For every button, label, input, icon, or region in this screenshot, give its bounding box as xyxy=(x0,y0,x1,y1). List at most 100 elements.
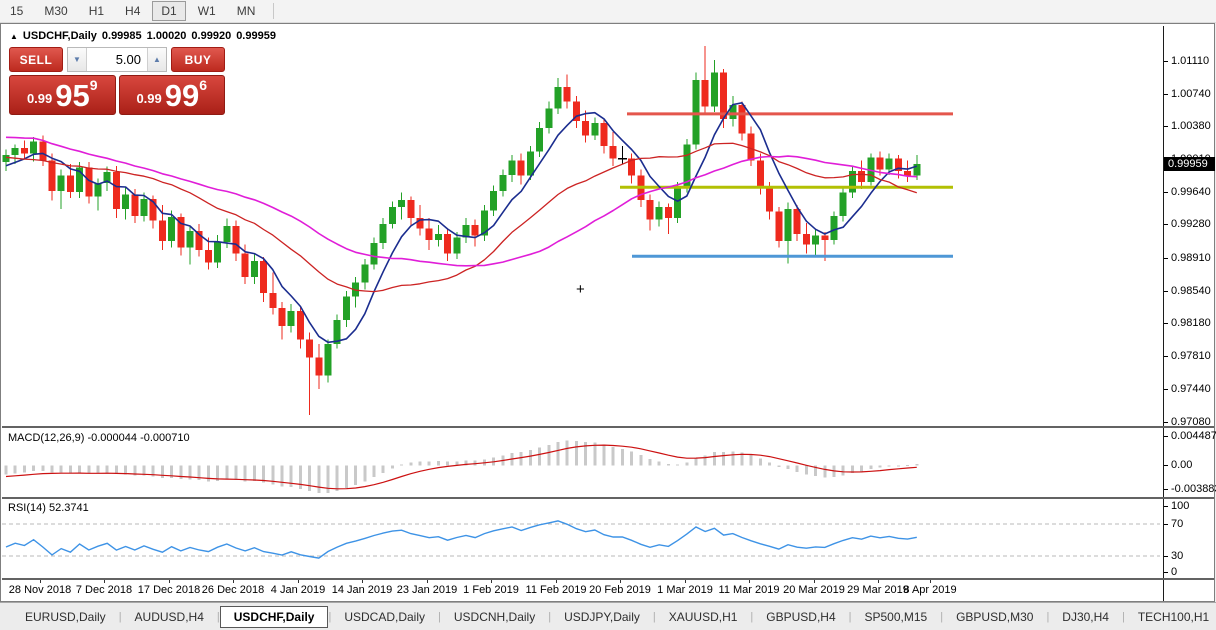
chart-tab-DJ30-H4[interactable]: DJ30,H4 xyxy=(1049,606,1122,628)
volume-input[interactable] xyxy=(87,48,147,71)
chart-tab-GBPUSD-M30[interactable]: GBPUSD,M30 xyxy=(943,606,1046,628)
date-tick-mark xyxy=(233,580,234,583)
tick-mark xyxy=(1164,422,1168,423)
volume-increase-button[interactable]: ▲ xyxy=(147,48,166,71)
toolbar-separator xyxy=(273,3,274,19)
up-arrow-icon: ▲ xyxy=(153,55,161,64)
chart-tab-TECH100-H1[interactable]: TECH100,H1 xyxy=(1125,606,1216,628)
tick-mark xyxy=(1164,258,1168,259)
chart-tab-USDCNH-Daily[interactable]: USDCNH,Daily xyxy=(441,606,548,628)
tick-mark xyxy=(1164,489,1168,490)
date-tick-mark xyxy=(104,580,105,583)
date-tick-mark xyxy=(169,580,170,583)
date-label: 17 Dec 2018 xyxy=(138,584,200,596)
sell-price-prefix: 0.99 xyxy=(27,91,52,106)
sell-price-main: 95 xyxy=(55,82,89,111)
timeframe-button-15[interactable]: 15 xyxy=(1,1,32,21)
tick-mark xyxy=(1164,224,1168,225)
tick-mark xyxy=(1164,572,1168,573)
down-arrow-icon: ▼ xyxy=(73,55,81,64)
chart-tab-XAUUSD-H1[interactable]: XAUUSD,H1 xyxy=(656,606,751,628)
tick-mark xyxy=(1164,465,1168,466)
tick-mark xyxy=(1164,61,1168,62)
timeframe-button-MN[interactable]: MN xyxy=(228,1,265,21)
date-label: 11 Feb 2019 xyxy=(526,584,587,596)
date-label: 23 Jan 2019 xyxy=(397,584,458,596)
ohlc-open: 0.99985 xyxy=(102,30,142,42)
date-tick-mark xyxy=(491,580,492,583)
date-tick-mark xyxy=(620,580,621,583)
timeframe-button-M30[interactable]: M30 xyxy=(35,1,76,21)
buy-button[interactable]: BUY xyxy=(171,47,225,72)
macd-label: MACD(12,26,9) -0.000044 -0.000710 xyxy=(8,432,190,444)
date-tick-mark xyxy=(298,580,299,583)
date-tick-mark xyxy=(556,580,557,583)
pane-separator[interactable] xyxy=(2,497,1214,499)
price-axis[interactable]: 1.011101.007401.003801.000100.996400.992… xyxy=(1163,26,1214,601)
rsi-indicator-pane[interactable] xyxy=(2,499,1162,578)
date-label: 11 Mar 2019 xyxy=(719,584,780,596)
buy-price-pip: 6 xyxy=(199,77,207,93)
tick-mark xyxy=(1164,356,1168,357)
rsi-label: RSI(14) 52.3741 xyxy=(8,502,89,514)
buy-price-main: 99 xyxy=(165,82,199,111)
ohlc-high: 1.00020 xyxy=(147,30,187,42)
buy-price-display[interactable]: 0.99 996 xyxy=(119,75,226,115)
chart-tab-USDCHF-Daily[interactable]: USDCHF,Daily xyxy=(220,606,329,628)
collapse-trade-panel-icon[interactable]: ▲ xyxy=(10,32,18,41)
chart-tab-AUDUSD-H4[interactable]: AUDUSD,H4 xyxy=(122,606,217,628)
date-label: 4 Jan 2019 xyxy=(271,584,325,596)
chart-tab-bar: EURUSD,Daily|AUDUSD,H4|USDCHF,Daily|USDC… xyxy=(0,602,1216,630)
volume-decrease-button[interactable]: ▼ xyxy=(68,48,87,71)
chart-title: ▲ USDCHF,Daily 0.99985 1.00020 0.99920 0… xyxy=(10,30,276,42)
one-click-trade-panel: SELL ▼ ▲ BUY 0.99959 0.99996 xyxy=(9,47,225,115)
timeframe-toolbar: 15M30H1H4D1W1MN xyxy=(0,0,1216,23)
tick-mark xyxy=(1164,323,1168,324)
date-label: 20 Feb 2019 xyxy=(589,584,651,596)
tick-mark xyxy=(1164,506,1168,507)
date-label: 29 Mar 2019 xyxy=(847,584,909,596)
date-tick-mark xyxy=(362,580,363,583)
volume-stepper: ▼ ▲ xyxy=(67,47,167,72)
tick-mark xyxy=(1164,291,1168,292)
timeframe-button-H1[interactable]: H1 xyxy=(80,1,113,21)
timeframe-button-D1[interactable]: D1 xyxy=(152,1,185,21)
date-tick-mark xyxy=(685,580,686,583)
date-label: 20 Mar 2019 xyxy=(783,584,845,596)
pane-separator[interactable] xyxy=(2,578,1214,580)
buy-price-prefix: 0.99 xyxy=(136,91,161,106)
tick-mark xyxy=(1164,436,1168,437)
tick-mark xyxy=(1164,524,1168,525)
date-tick-mark xyxy=(40,580,41,583)
date-tick-mark xyxy=(427,580,428,583)
current-price-marker: 0.99959 xyxy=(1164,157,1215,171)
date-tick-mark xyxy=(749,580,750,583)
sell-price-pip: 9 xyxy=(90,77,98,93)
date-label: 14 Jan 2019 xyxy=(332,584,393,596)
sell-button[interactable]: SELL xyxy=(9,47,63,72)
chart-symbol-label: USDCHF,Daily xyxy=(23,30,97,42)
chart-tab-USDJPY-Daily[interactable]: USDJPY,Daily xyxy=(551,606,653,628)
chart-tab-USDCAD-Daily[interactable]: USDCAD,Daily xyxy=(331,606,438,628)
date-label: 1 Feb 2019 xyxy=(463,584,519,596)
tick-mark xyxy=(1164,192,1168,193)
pane-separator[interactable] xyxy=(2,426,1214,428)
date-label: 1 Mar 2019 xyxy=(657,584,713,596)
ohlc-low: 0.99920 xyxy=(191,30,231,42)
tick-mark xyxy=(1164,94,1168,95)
chart-tab-SP500-M15[interactable]: SP500,M15 xyxy=(852,606,941,628)
timeframe-button-W1[interactable]: W1 xyxy=(189,1,225,21)
chart-tab-GBPUSD-H4[interactable]: GBPUSD,H4 xyxy=(753,606,848,628)
timeframe-button-H4[interactable]: H4 xyxy=(116,1,149,21)
date-label: 28 Nov 2018 xyxy=(9,584,71,596)
date-axis[interactable]: 28 Nov 2018 7 Dec 2018 17 Dec 201826 Dec 2… xyxy=(2,580,1162,600)
date-label: 26 Dec 2018 xyxy=(202,584,264,596)
tick-mark xyxy=(1164,556,1168,557)
date-label: 7 Dec 2018 xyxy=(76,584,132,596)
sell-price-display[interactable]: 0.99959 xyxy=(9,75,116,115)
date-tick-mark xyxy=(878,580,879,583)
tick-mark xyxy=(1164,126,1168,127)
date-tick-mark xyxy=(930,580,931,583)
chart-tab-EURUSD-Daily[interactable]: EURUSD,Daily xyxy=(12,606,119,628)
crosshair-cursor: + xyxy=(576,281,585,298)
